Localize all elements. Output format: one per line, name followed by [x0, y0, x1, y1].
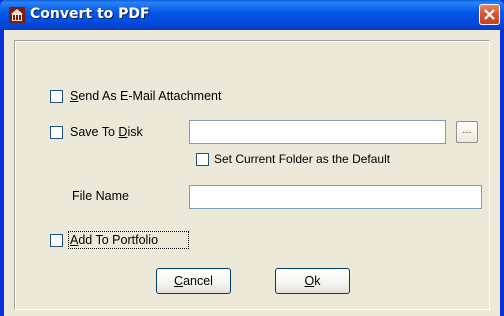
ok-button[interactable]: Ok — [275, 268, 350, 294]
file-name-input[interactable] — [189, 185, 482, 209]
title-bar[interactable]: Convert to PDF — [0, 0, 504, 30]
save-to-disk-checkbox[interactable] — [50, 126, 63, 139]
browse-button[interactable]: ... — [456, 121, 478, 143]
file-name-label: File Name — [72, 189, 129, 203]
add-to-portfolio-checkbox[interactable] — [50, 234, 63, 247]
app-icon — [9, 7, 25, 23]
email-attachment-label[interactable]: Send As E-Mail Attachment — [70, 89, 221, 103]
email-attachment-checkbox[interactable] — [50, 90, 63, 103]
close-button[interactable] — [479, 4, 500, 25]
window-title: Convert to PDF — [30, 6, 150, 22]
close-icon — [484, 9, 495, 20]
default-folder-checkbox[interactable] — [196, 153, 209, 166]
save-to-disk-label[interactable]: Save To Disk — [70, 125, 143, 139]
dialog-client-area — [14, 40, 490, 310]
focus-rectangle — [68, 231, 189, 249]
cancel-button[interactable]: Cancel — [156, 268, 231, 294]
convert-to-pdf-dialog: Convert to PDF Send As E-Mail Attachment… — [0, 0, 504, 316]
save-path-input[interactable] — [189, 120, 446, 144]
default-folder-label[interactable]: Set Current Folder as the Default — [214, 152, 390, 166]
